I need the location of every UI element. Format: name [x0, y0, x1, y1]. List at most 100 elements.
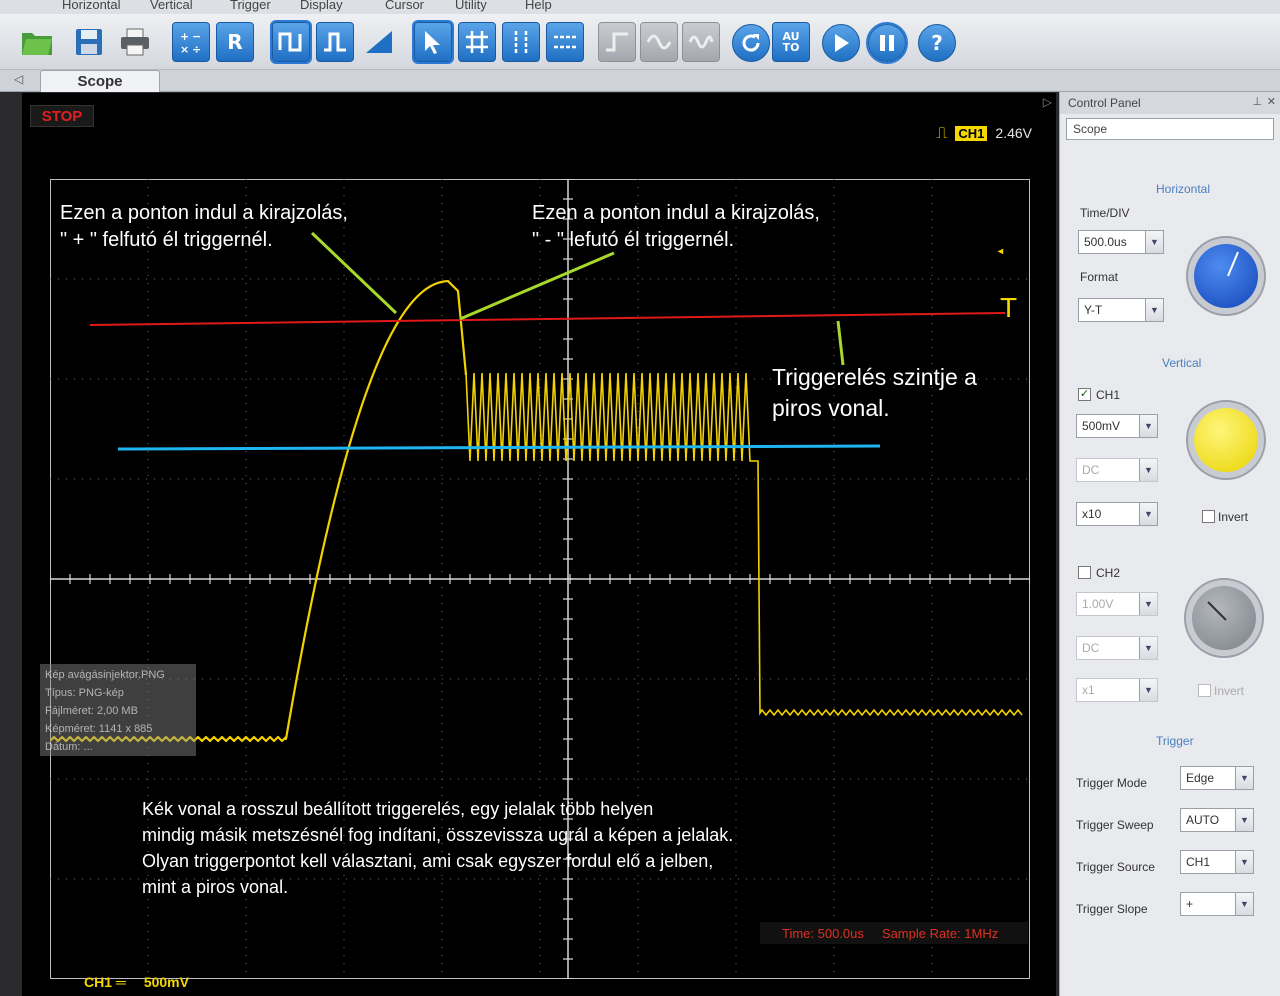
open-icon[interactable]: [18, 22, 56, 62]
square-wave-icon[interactable]: [270, 20, 312, 64]
timediv-select[interactable]: 500.0us ▼: [1078, 230, 1164, 254]
format-value: Y-T: [1084, 303, 1103, 317]
cursor-select-icon[interactable]: [412, 20, 454, 64]
tooltip-line: Kép avágásinjektor.PNG: [45, 669, 165, 681]
trigger-sweep-label: Trigger Sweep: [1076, 818, 1154, 832]
ch2-probe-value: x1: [1082, 683, 1095, 697]
grid-icon[interactable]: [458, 22, 496, 62]
svg-text:×: ×: [180, 43, 189, 55]
ch2-coupling-select[interactable]: DC ▼: [1076, 636, 1158, 660]
bad-trigger-text-3: Olyan triggerpontot kell választani, ami…: [142, 851, 714, 871]
dropdown-icon: ▼: [1235, 893, 1253, 915]
menu-item-vertical[interactable]: Vertical: [150, 0, 193, 12]
ch1-volts-value: 500mV: [1082, 419, 1121, 433]
ch1-coupling-select[interactable]: DC ▼: [1076, 458, 1158, 482]
tab-scope[interactable]: Scope: [40, 70, 160, 92]
sine-wave-icon[interactable]: [640, 22, 678, 62]
dropdown-icon: ▼: [1139, 459, 1157, 481]
run-status-badge: STOP: [30, 105, 94, 127]
run-icon[interactable]: [822, 24, 860, 62]
ch1-volts-knob-face: [1194, 408, 1258, 472]
menu-item-cursor[interactable]: Cursor: [385, 0, 424, 12]
trigger-mode-select[interactable]: Edge ▼: [1180, 766, 1254, 790]
reference-button[interactable]: R: [216, 22, 254, 62]
tooltip-line: Képméret: 1141 x 885: [45, 723, 153, 735]
ch1-coupling-value: DC: [1082, 463, 1100, 477]
menu-item-trigger[interactable]: Trigger: [230, 0, 271, 12]
ch1-probe-select[interactable]: x10 ▼: [1076, 502, 1158, 526]
time-status: Time: 500.0us: [782, 925, 864, 941]
ch1-volts-knob[interactable]: [1186, 400, 1266, 480]
vertical-cursor-icon[interactable]: [502, 22, 540, 62]
trigger-source-select[interactable]: CH1 ▼: [1180, 850, 1254, 874]
help-button[interactable]: ?: [918, 24, 956, 62]
print-icon[interactable]: [116, 22, 154, 62]
wave-icon[interactable]: [682, 22, 720, 62]
trigger-sweep-select[interactable]: AUTO ▼: [1180, 808, 1254, 832]
ch1-footer-label: CH1 ═: [84, 974, 126, 990]
panel-mode-select[interactable]: Scope: [1066, 118, 1274, 140]
ch2-coupling-value: DC: [1082, 641, 1100, 655]
ch1-probe-value: x10: [1082, 507, 1102, 521]
ch1-checkbox[interactable]: ✓: [1078, 388, 1091, 401]
save-icon[interactable]: [70, 22, 108, 62]
ch2-label: CH2: [1096, 566, 1121, 580]
tab-strip: ◁ Scope: [0, 70, 1280, 92]
menu-item-utility[interactable]: Utility: [455, 0, 487, 12]
ch2-invert-checkbox[interactable]: [1198, 684, 1211, 697]
refresh-icon[interactable]: [732, 24, 770, 62]
dropdown-icon: ▼: [1145, 231, 1163, 253]
pulse-icon[interactable]: [316, 22, 354, 62]
expand-panel-icon[interactable]: ▷: [1043, 95, 1052, 109]
ch2-volts-select[interactable]: 1.00V ▼: [1076, 592, 1158, 616]
file-tooltip: Kép avágásinjektor.PNG Típus: PNG-kép Fá…: [40, 664, 196, 756]
rising-edge-icon: ⎍: [936, 123, 948, 142]
ch2-volts-knob[interactable]: [1184, 578, 1264, 658]
ch1-invert-checkbox[interactable]: [1202, 510, 1215, 523]
timediv-value: 500.0us: [1084, 235, 1127, 249]
timebase-knob[interactable]: [1186, 236, 1266, 316]
auto-button[interactable]: AU TO: [772, 22, 810, 62]
trigger-slope-select[interactable]: + ▼: [1180, 892, 1254, 916]
menu-item-horizontal[interactable]: Horizontal: [62, 0, 121, 12]
trigger-info: ⎍ CH1 2.46V: [936, 123, 1032, 143]
ch2-probe-select[interactable]: x1 ▼: [1076, 678, 1158, 702]
ch1-footer-value: 500mV: [143, 974, 189, 990]
bad-trigger-text-2: mindig másik metszésnél fog indítani, ös…: [142, 825, 734, 845]
ch2-checkbox[interactable]: [1078, 566, 1091, 579]
math-icon[interactable]: + − × ÷: [172, 22, 210, 62]
ch1-footer: CH1 ═ 500mV: [84, 974, 189, 990]
tab-scroll-left-icon[interactable]: ◁: [14, 72, 23, 86]
falling-edge-annotation: Ezen a ponton indul a kirajzolás, " - " …: [532, 200, 820, 254]
format-select[interactable]: Y-T ▼: [1078, 298, 1164, 322]
tooltip-line: Típus: PNG-kép: [45, 687, 124, 699]
trigger-mode-value: Edge: [1186, 771, 1215, 785]
menu-item-help[interactable]: Help: [525, 0, 552, 12]
dropdown-icon: ▼: [1235, 767, 1253, 789]
dropdown-icon: ▼: [1139, 593, 1157, 615]
dropdown-icon: ▼: [1139, 679, 1157, 701]
svg-text:+: +: [180, 30, 189, 43]
ramp-icon[interactable]: [360, 22, 398, 62]
svg-text:−: −: [192, 30, 201, 43]
step-wave-icon[interactable]: [598, 22, 636, 62]
acquisition-status: Time: 500.0us Sample Rate: 1MHz: [760, 922, 1028, 944]
control-panel-title: Control Panel: [1060, 92, 1280, 114]
pause-icon[interactable]: [866, 22, 908, 64]
horizontal-cursor-icon[interactable]: [546, 22, 584, 62]
dropdown-icon: ▼: [1235, 809, 1253, 831]
menu-item-display[interactable]: Display: [300, 0, 343, 12]
ch1-label: CH1: [1096, 388, 1121, 402]
control-panel: Control Panel ⊥ ✕ Scope Horizontal Time/…: [1059, 92, 1280, 996]
ch1-invert-label: Invert: [1218, 510, 1249, 524]
pin-icon[interactable]: ⊥: [1252, 95, 1262, 108]
format-label: Format: [1080, 270, 1119, 284]
timediv-label: Time/DIV: [1080, 206, 1130, 220]
ch1-volts-select[interactable]: 500mV ▼: [1076, 414, 1158, 438]
trigger-source-label: Trigger Source: [1076, 860, 1155, 874]
trigger-level-annotation: Triggerelés szintje a piros vonal.: [772, 362, 977, 424]
close-icon[interactable]: ✕: [1267, 95, 1276, 108]
falling-edge-text-2: " - " lefutó él triggernél.: [532, 229, 735, 251]
dropdown-icon: ▼: [1139, 415, 1157, 437]
dropdown-icon: ▼: [1139, 637, 1157, 659]
